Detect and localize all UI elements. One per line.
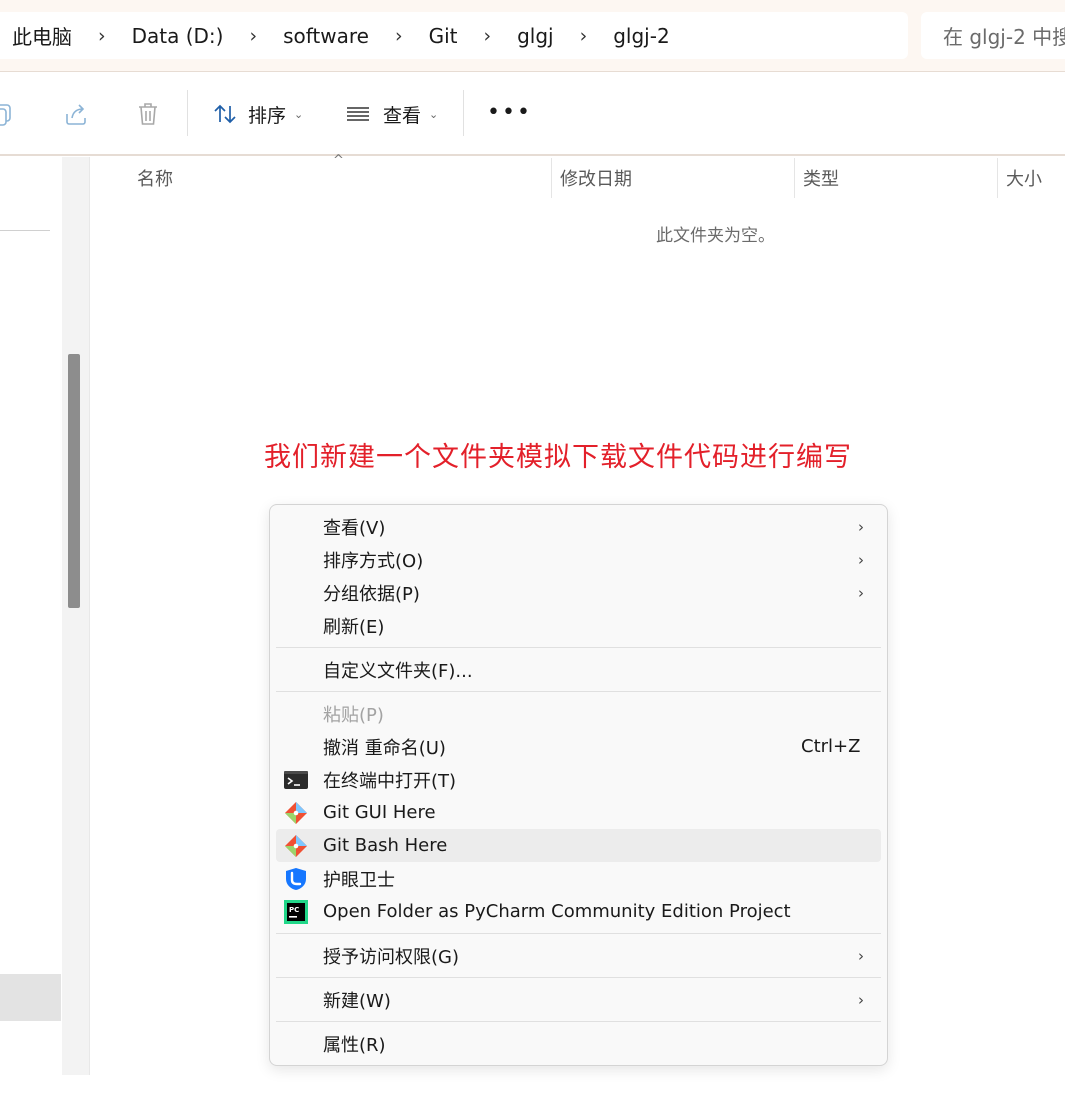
column-header-label: 大小 (1006, 169, 1042, 190)
git-bash-icon (285, 835, 307, 857)
view-button[interactable]: 查看 ⌄ (345, 97, 438, 131)
nav-scrollbar[interactable] (62, 157, 90, 1075)
breadcrumb-this-pc[interactable]: 此电脑 (12, 21, 72, 50)
breadcrumb-git[interactable]: Git (429, 24, 458, 48)
menu-item-label: 粘贴(P) (323, 704, 384, 726)
svg-text:PC: PC (289, 906, 299, 914)
menu-item-sort-by[interactable]: 排序方式(O) › (276, 543, 881, 576)
menu-item-git-bash-here[interactable]: Git Bash Here (276, 829, 881, 862)
menu-item-new[interactable]: 新建(W) › (276, 983, 881, 1016)
chevron-right-icon: › (858, 517, 864, 536)
menu-item-label: 分组依据(P) (323, 583, 420, 605)
menu-item-label: 排序方式(O) (323, 550, 424, 572)
delete-icon[interactable] (134, 100, 162, 128)
column-header-size[interactable]: 大小 (1006, 157, 1042, 199)
chevron-right-icon: › (858, 550, 864, 569)
menu-item-customize-folder[interactable]: 自定义文件夹(F)... (276, 653, 881, 686)
breadcrumb-separator-icon[interactable]: › (249, 25, 257, 47)
copy-icon[interactable] (0, 100, 16, 128)
terminal-icon (284, 771, 308, 789)
navigation-pane (0, 157, 62, 1075)
menu-item-paste: 粘贴(P) (276, 697, 881, 730)
breadcrumb-software[interactable]: software (283, 24, 369, 48)
breadcrumb-separator-icon[interactable]: › (98, 25, 106, 47)
menu-separator (276, 933, 881, 934)
menu-item-label: 自定义文件夹(F)... (323, 660, 473, 682)
sort-button[interactable]: 排序 ⌄ (212, 97, 303, 131)
menu-item-label: 护眼卫士 (323, 869, 395, 891)
menu-item-eye-guard[interactable]: 护眼卫士 (276, 862, 881, 895)
column-header-type[interactable]: 类型 (803, 157, 839, 199)
column-header-label: 类型 (803, 169, 839, 190)
column-header-date-modified[interactable]: 修改日期 (560, 157, 632, 199)
chevron-right-icon: › (858, 946, 864, 965)
address-bar[interactable]: 此电脑 › Data (D:) › software › Git › glgj … (0, 12, 908, 59)
menu-item-refresh[interactable]: 刷新(E) (276, 609, 881, 642)
nav-divider (0, 230, 50, 231)
view-icon (347, 107, 369, 121)
column-header-name[interactable]: 名称 (137, 157, 173, 199)
menu-item-git-gui-here[interactable]: Git GUI Here (276, 796, 881, 829)
sort-icon (214, 104, 236, 124)
column-header-label: 名称 (137, 169, 173, 190)
chevron-right-icon: › (858, 990, 864, 1009)
column-divider[interactable] (794, 158, 795, 198)
address-bar-area: 此电脑 › Data (D:) › software › Git › glgj … (0, 0, 1065, 72)
chevron-down-icon: ⌄ (429, 107, 439, 121)
menu-item-label: 刷新(E) (323, 616, 385, 638)
more-options-icon[interactable]: ••• (487, 102, 532, 124)
search-input[interactable]: 在 glgj-2 中搜 (921, 12, 1065, 59)
breadcrumb-separator-icon[interactable]: › (580, 25, 588, 47)
context-menu: 查看(V) › 排序方式(O) › 分组依据(P) › 刷新(E) 自定义文件夹… (269, 504, 888, 1066)
menu-item-label: 属性(R) (323, 1034, 386, 1056)
breadcrumb-glgj[interactable]: glgj (517, 24, 554, 48)
menu-item-label: 授予访问权限(G) (323, 946, 459, 968)
menu-item-give-access[interactable]: 授予访问权限(G) › (276, 939, 881, 972)
command-bar: 排序 ⌄ 查看 ⌄ ••• (0, 72, 1065, 156)
empty-folder-message: 此文件夹为空。 (656, 226, 775, 246)
menu-item-label: 撤消 重命名(U) (323, 737, 446, 759)
eye-guard-icon (286, 868, 306, 890)
menu-item-open-in-terminal[interactable]: 在终端中打开(T) (276, 763, 881, 796)
pycharm-icon: PC (284, 900, 308, 924)
menu-item-label: Git GUI Here (323, 802, 436, 823)
menu-separator (276, 691, 881, 692)
menu-item-properties[interactable]: 属性(R) (276, 1027, 881, 1060)
menu-separator (276, 977, 881, 978)
column-divider[interactable] (997, 158, 998, 198)
menu-item-label: Git Bash Here (323, 835, 448, 856)
menu-item-shortcut: Ctrl+Z (801, 736, 861, 757)
sort-button-label: 排序 (248, 104, 287, 127)
menu-separator (276, 1021, 881, 1022)
nav-scrollbar-thumb[interactable] (68, 354, 80, 608)
menu-item-label: Open Folder as PyCharm Community Edition… (323, 901, 791, 922)
menu-item-label: 查看(V) (323, 517, 386, 539)
chevron-down-icon: ⌄ (294, 107, 304, 121)
sort-caret-icon: ^ (333, 153, 344, 168)
chevron-right-icon: › (858, 583, 864, 602)
breadcrumb-separator-icon[interactable]: › (483, 25, 491, 47)
menu-item-label: 新建(W) (323, 990, 391, 1012)
breadcrumb-glgj-2[interactable]: glgj-2 (613, 24, 669, 48)
view-button-label: 查看 (383, 104, 422, 127)
menu-item-undo-rename[interactable]: 撤消 重命名(U) Ctrl+Z (276, 730, 881, 763)
menu-separator (276, 647, 881, 648)
annotation-text: 我们新建一个文件夹模拟下载文件代码进行编写 (264, 442, 852, 473)
menu-item-label: 在终端中打开(T) (323, 770, 457, 792)
breadcrumb-data-drive[interactable]: Data (D:) (132, 24, 224, 48)
git-gui-icon (285, 802, 307, 824)
breadcrumb-separator-icon[interactable]: › (395, 25, 403, 47)
menu-item-view[interactable]: 查看(V) › (276, 510, 881, 543)
toolbar-divider (463, 90, 464, 136)
nav-selected-item[interactable] (0, 974, 61, 1021)
toolbar-divider (187, 90, 188, 136)
menu-item-group-by[interactable]: 分组依据(P) › (276, 576, 881, 609)
column-divider[interactable] (551, 158, 552, 198)
column-header-label: 修改日期 (560, 169, 632, 190)
share-icon[interactable] (62, 100, 90, 128)
menu-item-open-pycharm-project[interactable]: PC Open Folder as PyCharm Community Edit… (276, 895, 881, 928)
